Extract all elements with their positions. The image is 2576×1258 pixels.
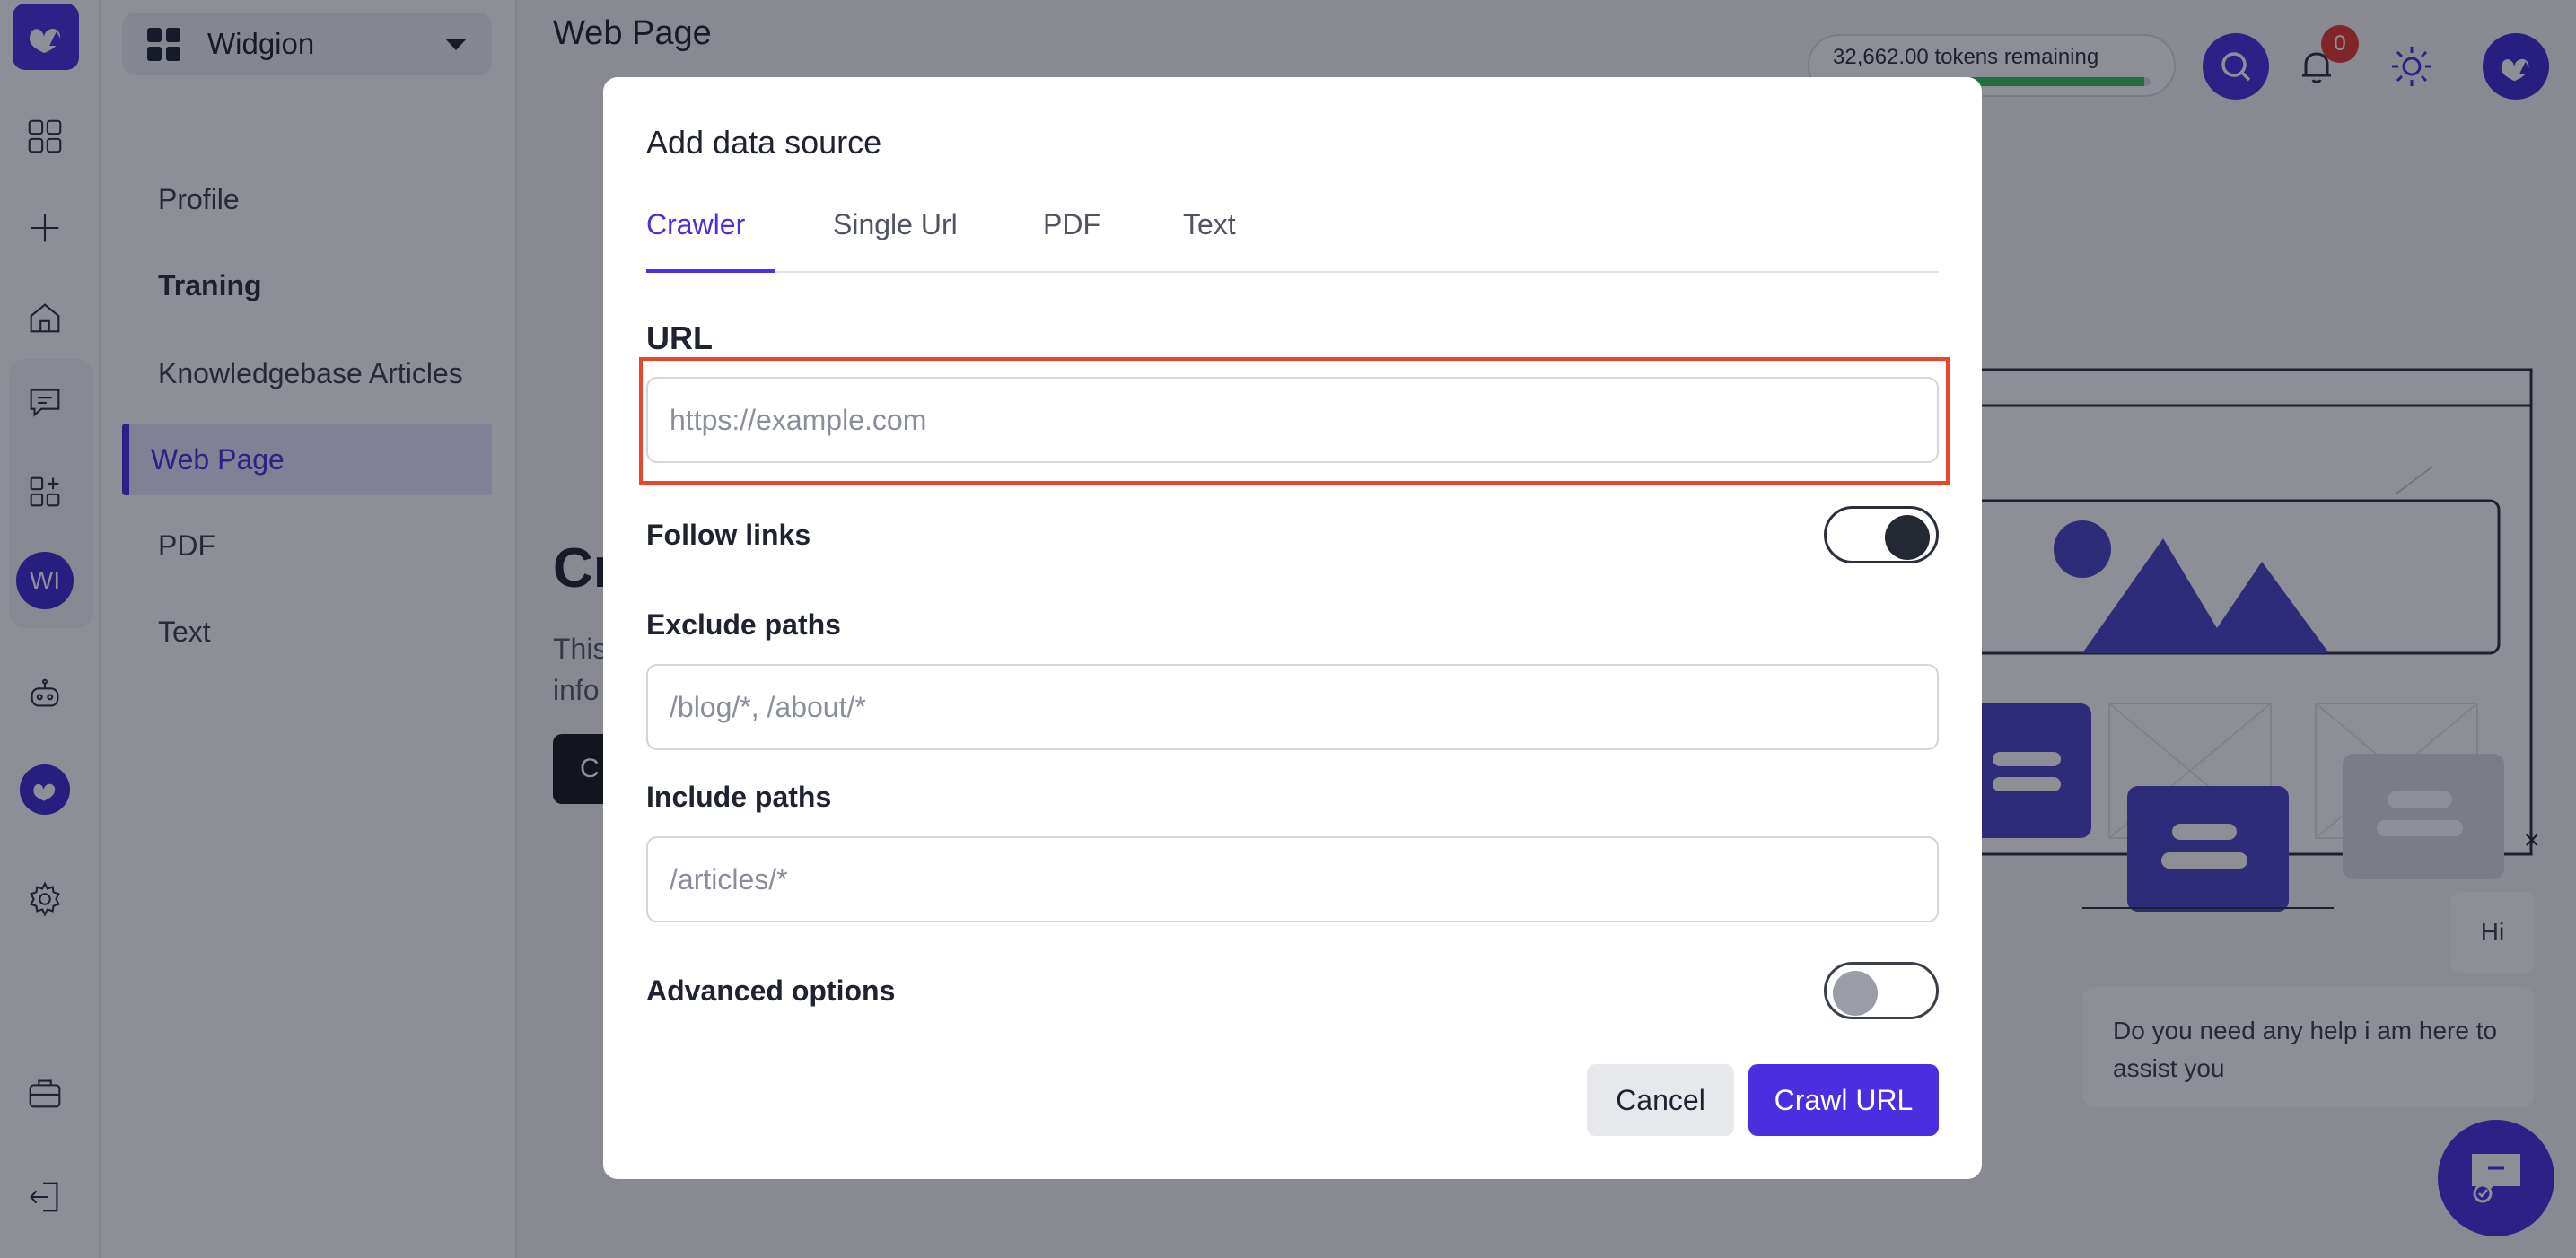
- url-input[interactable]: [646, 377, 1939, 463]
- cancel-button[interactable]: Cancel: [1587, 1064, 1734, 1136]
- follow-links-label: Follow links: [646, 519, 811, 551]
- tab-crawler[interactable]: Crawler: [646, 208, 775, 273]
- advanced-options-toggle[interactable]: [1824, 962, 1939, 1019]
- dialog-title: Add data source: [646, 124, 882, 161]
- exclude-paths-input[interactable]: [646, 664, 1939, 750]
- add-data-source-dialog: Add data source Crawler Single Url PDF T…: [603, 77, 1982, 1179]
- include-paths-input[interactable]: [646, 836, 1939, 922]
- crawl-url-button[interactable]: Crawl URL: [1748, 1064, 1939, 1136]
- source-type-tabs: Crawler Single Url PDF Text: [646, 208, 1939, 273]
- toggle-knob: [1885, 515, 1930, 560]
- tab-pdf[interactable]: PDF: [1043, 208, 1100, 273]
- tab-text[interactable]: Text: [1183, 208, 1236, 273]
- tab-single-url[interactable]: Single Url: [833, 208, 958, 273]
- exclude-paths-label: Exclude paths: [646, 608, 841, 641]
- toggle-knob: [1833, 971, 1878, 1016]
- url-label: URL: [646, 319, 713, 356]
- include-paths-label: Include paths: [646, 781, 832, 813]
- follow-links-toggle[interactable]: [1824, 506, 1939, 563]
- advanced-options-label: Advanced options: [646, 974, 896, 1007]
